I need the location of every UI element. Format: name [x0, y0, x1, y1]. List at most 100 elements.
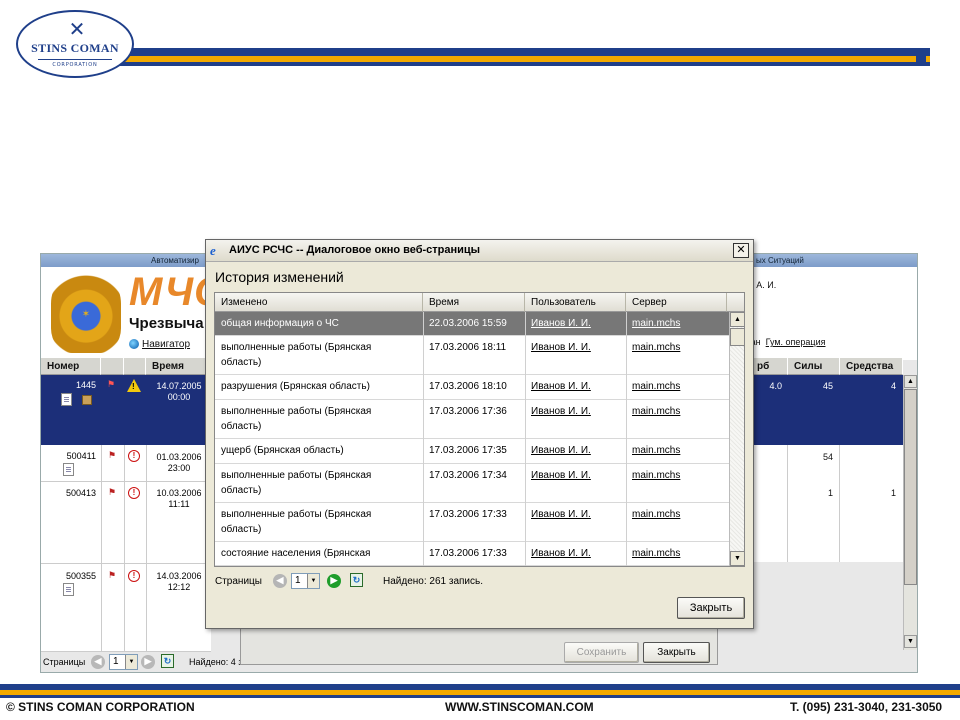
prev-page-icon[interactable]: ◀	[91, 655, 105, 669]
bg-col-divider	[101, 445, 102, 652]
cell-user[interactable]: Иванов И. И.	[531, 546, 626, 561]
cell-time: 17.03.2006 17:34	[429, 470, 507, 481]
cell-server[interactable]: main.mchs	[632, 468, 727, 483]
bg-row-number: 500413	[65, 488, 96, 498]
footer-website[interactable]: WWW.STINSCOMAN.COM	[445, 700, 594, 714]
bg-col-rb[interactable]: рб	[751, 358, 788, 375]
chevron-down-icon: ▼	[125, 655, 137, 669]
document-icon	[61, 393, 72, 406]
dialog-pager: Страницы ◀ 1 ▼ ▶ ↻ Найдено: 261 запись.	[215, 573, 745, 591]
footer-company: © STINS COMAN CORPORATION	[6, 700, 195, 714]
history-row[interactable]: выполненные работы (Брянская область) 17.…	[215, 464, 729, 503]
cell-changed: выполненные работы (Брянская область)	[221, 509, 372, 535]
cell-time: 17.03.2006 17:35	[429, 445, 507, 456]
scroll-up-icon[interactable]: ▲	[904, 375, 917, 388]
history-row[interactable]: ущерб (Брянская область) 17.03.2006 17:35…	[215, 439, 729, 464]
bg-page-value: 1	[113, 656, 119, 667]
cell-changed: выполненные работы (Брянская область)	[221, 470, 372, 496]
dialog-heading: История изменений	[215, 269, 344, 285]
dialog-titlebar[interactable]: e АИУС РСЧС -- Диалоговое окно веб-стран…	[206, 240, 753, 262]
document-icon	[63, 583, 74, 596]
cell-changed: разрушения (Брянская область)	[221, 381, 370, 392]
close-icon[interactable]: ✕	[733, 243, 749, 258]
bg-col-alert[interactable]	[124, 358, 146, 375]
col-header-changed[interactable]: Изменено	[215, 293, 423, 312]
bg-vertical-scrollbar[interactable]: ▲ ▼	[903, 375, 917, 650]
next-page-icon[interactable]: ▶	[327, 574, 341, 588]
globe-icon	[129, 339, 139, 350]
cell-server[interactable]: main.mchs	[632, 404, 727, 419]
page-select-value: 1	[295, 575, 301, 586]
page-select[interactable]: 1 ▼	[291, 573, 320, 589]
flag-icon: ⚑	[107, 379, 116, 389]
bg-found-count: Найдено: 4 з	[189, 657, 243, 667]
bg-row-means: 4	[890, 381, 896, 391]
cell-server[interactable]: main.mchs	[632, 546, 727, 561]
col-header-server[interactable]: Сервер	[626, 293, 727, 312]
flag-icon: ⚑	[108, 450, 117, 460]
refresh-icon[interactable]: ↻	[161, 654, 174, 668]
prev-page-icon[interactable]: ◀	[273, 574, 287, 588]
logo-mark-icon: ✕	[68, 17, 86, 41]
bg-row-means: 1	[890, 488, 896, 498]
bg-pager-label: Страницы	[43, 657, 86, 667]
cell-server[interactable]: main.mchs	[632, 340, 727, 355]
cell-user[interactable]: Иванов И. И.	[531, 340, 626, 355]
bg-col-time[interactable]: Время	[146, 358, 212, 375]
cell-server[interactable]: main.mchs	[632, 379, 727, 394]
cell-user[interactable]: Иванов И. И.	[531, 507, 626, 522]
cell-server[interactable]: main.mchs	[632, 443, 727, 458]
bg-row-forces: 54	[822, 452, 833, 462]
history-grid: Изменено Время Пользователь Сервер общая…	[214, 292, 745, 567]
bg-col-number[interactable]: Номер	[41, 358, 101, 375]
cell-user[interactable]: Иванов И. И.	[531, 404, 626, 419]
cell-user[interactable]: Иванов И. И.	[531, 443, 626, 458]
history-row[interactable]: выполненные работы (Брянская область) 17.…	[215, 336, 729, 375]
bg-col-divider	[839, 445, 840, 562]
scroll-up-icon[interactable]: ▲	[730, 312, 744, 327]
close-button[interactable]: Закрыть	[677, 597, 745, 619]
col-divider	[423, 312, 424, 566]
alert-icon: !	[128, 570, 140, 582]
cell-changed: состояние населения (Брянская	[221, 548, 371, 559]
next-page-icon[interactable]: ▶	[141, 655, 155, 669]
scroll-thumb[interactable]	[730, 328, 744, 346]
col-header-time[interactable]: Время	[423, 293, 525, 312]
cell-user[interactable]: Иванов И. И.	[531, 379, 626, 394]
bg-row-time: 14.03.2006 12:12	[156, 571, 202, 592]
cell-server[interactable]: main.mchs	[632, 316, 727, 331]
cell-user[interactable]: Иванов И. И.	[531, 468, 626, 483]
cell-user[interactable]: Иванов И. И.	[531, 316, 626, 331]
navigator-link[interactable]: Навигатор	[129, 339, 190, 350]
bg-col-divider	[124, 445, 125, 652]
bg-col-flag[interactable]	[101, 358, 124, 375]
scroll-thumb[interactable]	[904, 389, 917, 585]
bg-col-divider	[787, 445, 788, 562]
scroll-down-icon[interactable]: ▼	[730, 551, 744, 566]
grid-vertical-scrollbar[interactable]: ▲ ▼	[729, 312, 744, 566]
bg-title-right: ых Ситуаций	[756, 256, 804, 265]
cell-time: 17.03.2006 17:33	[429, 509, 507, 520]
flag-icon: ⚑	[108, 570, 117, 580]
refresh-icon[interactable]: ↻	[350, 573, 363, 587]
pager-label: Страницы	[215, 576, 262, 587]
col-header-user[interactable]: Пользователь	[525, 293, 626, 312]
history-row[interactable]: выполненные работы (Брянская область) 17.…	[215, 503, 729, 542]
history-row[interactable]: состояние населения (Брянская 17.03.2006 …	[215, 542, 729, 566]
history-row[interactable]: общая информация о ЧС 22.03.2006 15:59 Ива…	[215, 312, 729, 336]
cell-changed: ущерб (Брянская область)	[221, 445, 344, 456]
history-row[interactable]: разрушения (Брянская область) 17.03.2006 …	[215, 375, 729, 400]
close-edit-button[interactable]: Закрыть	[643, 642, 710, 663]
bg-col-means[interactable]: Средства	[840, 358, 903, 375]
col-divider	[525, 312, 526, 566]
bg-row-time: 14.07.2005 00:00	[156, 381, 202, 402]
bg-col-forces[interactable]: Силы	[788, 358, 840, 375]
scroll-down-icon[interactable]: ▼	[904, 635, 917, 648]
save-button[interactable]: Сохранить	[564, 642, 639, 663]
bg-page-select[interactable]: 1 ▼	[109, 654, 138, 670]
logo-name: STINS COMAN	[31, 41, 119, 55]
cell-time: 17.03.2006 17:33	[429, 548, 507, 559]
history-row[interactable]: выполненные работы (Брянская область) 17.…	[215, 400, 729, 439]
bg-link-hum-operation[interactable]: Гум. операция	[766, 337, 826, 347]
cell-server[interactable]: main.mchs	[632, 507, 727, 522]
